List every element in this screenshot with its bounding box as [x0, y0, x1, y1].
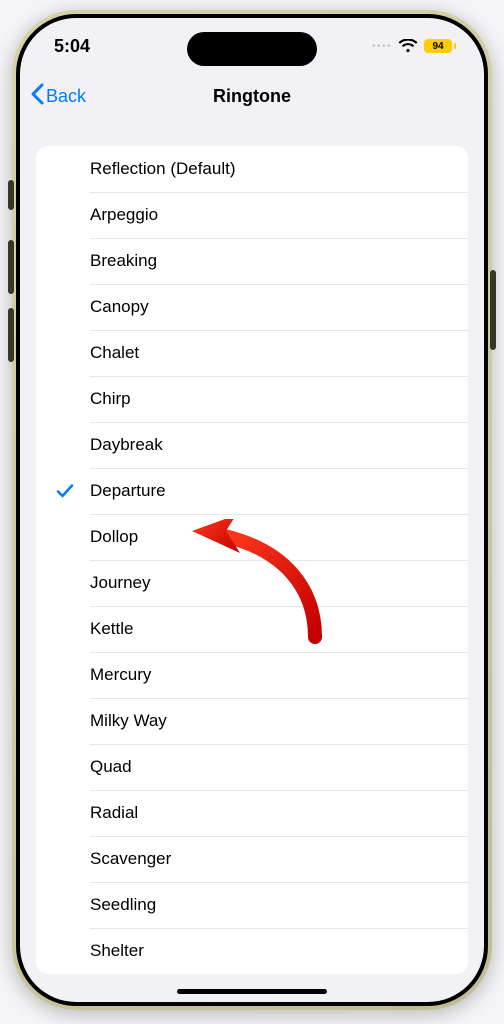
ringtone-label: Canopy: [90, 297, 149, 317]
back-button[interactable]: Back: [30, 74, 86, 118]
ringtone-row[interactable]: Seedling: [36, 882, 468, 928]
ringtone-label: Reflection (Default): [90, 159, 236, 179]
ringtone-label: Radial: [90, 803, 138, 823]
ringtone-label: Seedling: [90, 895, 156, 915]
ringtone-row[interactable]: Dollop: [36, 514, 468, 560]
ringtone-row[interactable]: Canopy: [36, 284, 468, 330]
ringtone-label: Dollop: [90, 527, 138, 547]
battery-icon: 94: [424, 39, 456, 53]
ringtone-row[interactable]: Quad: [36, 744, 468, 790]
ringtone-row[interactable]: Journey: [36, 560, 468, 606]
ringtone-row[interactable]: Reflection (Default): [36, 146, 468, 192]
ringtone-row[interactable]: Mercury: [36, 652, 468, 698]
ringtone-row[interactable]: Kettle: [36, 606, 468, 652]
ringtone-row[interactable]: Chalet: [36, 330, 468, 376]
ringtone-label: Chalet: [90, 343, 139, 363]
volume-up-button: [8, 240, 14, 294]
power-button: [490, 270, 496, 350]
ringtone-row[interactable]: Chirp: [36, 376, 468, 422]
home-indicator: [177, 989, 327, 994]
ringtone-label: Breaking: [90, 251, 157, 271]
status-time: 5:04: [54, 36, 90, 57]
ringtone-row[interactable]: Daybreak: [36, 422, 468, 468]
phone-frame: 5:04 •••• 94 Back Ringtone: [12, 10, 492, 1010]
ringtone-label: Quad: [90, 757, 132, 777]
ringtone-label: Daybreak: [90, 435, 163, 455]
battery-level: 94: [432, 41, 443, 52]
ringtone-label: Journey: [90, 573, 150, 593]
cellular-placeholder-icon: ••••: [372, 41, 392, 52]
wifi-icon: [398, 39, 418, 53]
mute-switch: [8, 180, 14, 210]
ringtone-row[interactable]: Breaking: [36, 238, 468, 284]
ringtone-row[interactable]: Milky Way: [36, 698, 468, 744]
ringtone-label: Kettle: [90, 619, 133, 639]
volume-down-button: [8, 308, 14, 362]
ringtone-row[interactable]: Scavenger: [36, 836, 468, 882]
ringtone-row[interactable]: Shelter: [36, 928, 468, 974]
ringtone-label: Milky Way: [90, 711, 167, 731]
ringtone-row[interactable]: Arpeggio: [36, 192, 468, 238]
ringtone-label: Scavenger: [90, 849, 171, 869]
chevron-left-icon: [30, 83, 44, 110]
ringtone-label: Chirp: [90, 389, 131, 409]
dynamic-island: [187, 32, 317, 66]
ringtone-row[interactable]: Radial: [36, 790, 468, 836]
ringtone-label: Departure: [90, 481, 166, 501]
ringtone-label: Mercury: [90, 665, 151, 685]
nav-bar: Back Ringtone: [20, 74, 484, 118]
ringtone-label: Shelter: [90, 941, 144, 961]
screen: 5:04 •••• 94 Back Ringtone: [20, 18, 484, 1002]
checkmark-icon: [56, 483, 74, 499]
page-title: Ringtone: [213, 86, 291, 107]
ringtone-row[interactable]: Departure: [36, 468, 468, 514]
ringtone-label: Arpeggio: [90, 205, 158, 225]
ringtone-list: Reflection (Default) Arpeggio Breaking Cano…: [36, 146, 468, 974]
back-label: Back: [46, 86, 86, 107]
